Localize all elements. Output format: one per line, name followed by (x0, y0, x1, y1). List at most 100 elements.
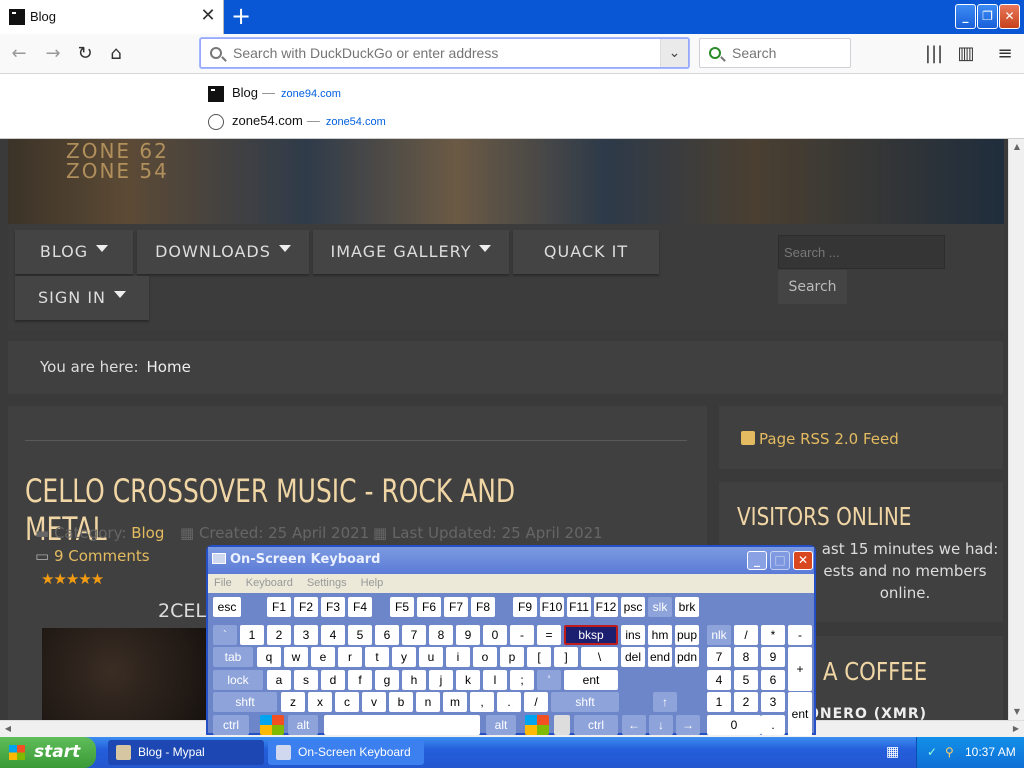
osk-key-f[interactable]: f (348, 670, 372, 690)
windows-key-icon[interactable] (260, 715, 284, 735)
osk-key-brk[interactable]: brk (675, 597, 699, 617)
close-tab-icon[interactable]: ✕ (198, 6, 218, 26)
osk-key-F5[interactable]: F5 (390, 597, 414, 617)
osk-key-F3[interactable]: F3 (321, 597, 345, 617)
site-search-input[interactable]: Search ... (778, 235, 945, 269)
osk-key-psc[interactable]: psc (621, 597, 645, 617)
osk-key-symbol[interactable]: / (734, 625, 758, 645)
suggestion-item[interactable]: Blog — zone94.com (208, 85, 341, 102)
osk-key-y[interactable]: y (392, 647, 416, 667)
osk-key-6[interactable]: 6 (375, 625, 399, 645)
osk-key-m[interactable]: m (443, 692, 467, 712)
osk-key-9[interactable]: 9 (761, 647, 785, 667)
osk-key-symbol[interactable]: - (510, 625, 534, 645)
search-engine-icon[interactable] (709, 47, 721, 59)
osk-key-symbol[interactable]: \ (581, 647, 618, 667)
osk-key-ins[interactable]: ins (621, 625, 645, 645)
vertical-scrollbar[interactable]: ▲ ▼ (1008, 139, 1024, 720)
keyboard-tray-icon[interactable]: ▦ (886, 744, 899, 760)
osk-key-1[interactable]: 1 (707, 692, 731, 712)
osk-key-4[interactable]: 4 (707, 670, 731, 690)
osk-key-end[interactable]: end (648, 647, 672, 667)
osk-key-0[interactable]: 0 (707, 715, 761, 735)
start-button[interactable]: start (0, 737, 96, 768)
menu-image-gallery[interactable]: IMAGE GALLERY (313, 230, 509, 274)
osk-key-v[interactable]: v (362, 692, 386, 712)
osk-key-z[interactable]: z (281, 692, 305, 712)
osk-key-9[interactable]: 9 (456, 625, 480, 645)
osk-menu-keyboard[interactable]: Keyboard (246, 577, 293, 589)
site-search-button[interactable]: Search (778, 270, 847, 304)
osk-key-symbol[interactable]: ; (510, 670, 534, 690)
osk-key-symbol[interactable]: / (524, 692, 548, 712)
osk-key-j[interactable]: j (429, 670, 453, 690)
osk-key-symbol[interactable]: ← (622, 715, 646, 735)
osk-key-l[interactable]: l (483, 670, 507, 690)
close-window-button[interactable]: ✕ (999, 4, 1020, 29)
windows-key-icon[interactable] (525, 715, 549, 735)
osk-key-F11[interactable]: F11 (567, 597, 591, 617)
osk-menu-settings[interactable]: Settings (307, 577, 347, 589)
search-bar[interactable] (699, 38, 851, 68)
url-bar[interactable]: ⌄ (200, 38, 689, 68)
osk-minimize-button[interactable]: _ (747, 551, 767, 570)
osk-key-c[interactable]: c (335, 692, 359, 712)
osk-key-3[interactable]: 3 (294, 625, 318, 645)
menu-downloads[interactable]: DOWNLOADS (137, 230, 309, 274)
osk-key-F9[interactable]: F9 (513, 597, 537, 617)
osk-key-8[interactable]: 8 (429, 625, 453, 645)
osk-titlebar[interactable]: On-Screen Keyboard _ □ ✕ (208, 547, 814, 574)
osk-key-symbol[interactable]: ↑ (653, 692, 677, 712)
osk-key-symbol[interactable]: - (788, 625, 812, 645)
new-tab-button[interactable]: + (230, 4, 252, 28)
osk-key-ent[interactable]: ent (788, 692, 812, 736)
osk-key-F4[interactable]: F4 (348, 597, 372, 617)
osk-key-x[interactable]: x (308, 692, 332, 712)
osk-key-space[interactable] (324, 715, 480, 735)
osk-key-F8[interactable]: F8 (471, 597, 495, 617)
osk-key-F1[interactable]: F1 (267, 597, 291, 617)
restore-button[interactable]: ❐ (977, 4, 998, 29)
osk-key-F7[interactable]: F7 (444, 597, 468, 617)
osk-key-2[interactable]: 2 (734, 692, 758, 712)
scroll-down-icon[interactable]: ▼ (1009, 704, 1024, 720)
osk-maximize-button[interactable]: □ (770, 551, 790, 570)
osk-key-symbol[interactable]: . (497, 692, 521, 712)
osk-key-F2[interactable]: F2 (294, 597, 318, 617)
osk-key-ctrl[interactable]: ctrl (574, 715, 618, 735)
site-logo[interactable]: ZONE 62 ZONE 54 (66, 141, 169, 181)
network-icon[interactable]: ✓ (927, 737, 937, 768)
osk-key-symbol[interactable]: . (761, 715, 785, 735)
osk-key-6[interactable]: 6 (761, 670, 785, 690)
menu-sign-in[interactable]: SIGN IN (15, 276, 149, 320)
osk-key-8[interactable]: 8 (734, 647, 758, 667)
minimize-button[interactable]: _ (955, 4, 976, 29)
osk-key-s[interactable]: s (294, 670, 318, 690)
osk-key-symbol[interactable]: + (788, 647, 812, 691)
osk-key-F6[interactable]: F6 (417, 597, 441, 617)
osk-key-symbol[interactable]: ` (213, 625, 237, 645)
osk-key-w[interactable]: w (284, 647, 308, 667)
osk-key-2[interactable]: 2 (267, 625, 291, 645)
scroll-right-icon[interactable]: ▶ (1008, 721, 1024, 737)
osk-key-3[interactable]: 3 (761, 692, 785, 712)
osk-key-hm[interactable]: hm (648, 625, 672, 645)
back-icon[interactable]: ← (7, 42, 31, 66)
osk-key-7[interactable]: 7 (707, 647, 731, 667)
osk-key-nlk[interactable]: nlk (707, 625, 731, 645)
osk-key-e[interactable]: e (311, 647, 335, 667)
osk-key-r[interactable]: r (338, 647, 362, 667)
osk-key-d[interactable]: d (321, 670, 345, 690)
osk-key-b[interactable]: b (389, 692, 413, 712)
osk-key-pup[interactable]: pup (675, 625, 699, 645)
sidebar-icon[interactable]: ▥ (954, 42, 978, 66)
reload-icon[interactable]: ↻ (73, 42, 97, 66)
osk-key-7[interactable]: 7 (402, 625, 426, 645)
osk-key-symbol[interactable]: * (761, 625, 785, 645)
menu-blog[interactable]: BLOG (15, 230, 133, 274)
suggestion-item[interactable]: zone54.com — zone54.com (208, 113, 386, 130)
osk-key-symbol[interactable]: = (537, 625, 561, 645)
taskbar-item-browser[interactable]: Blog - Mypal (108, 740, 264, 765)
osk-key-shft[interactable]: shft (551, 692, 619, 712)
library-icon[interactable]: ||| (922, 42, 946, 66)
